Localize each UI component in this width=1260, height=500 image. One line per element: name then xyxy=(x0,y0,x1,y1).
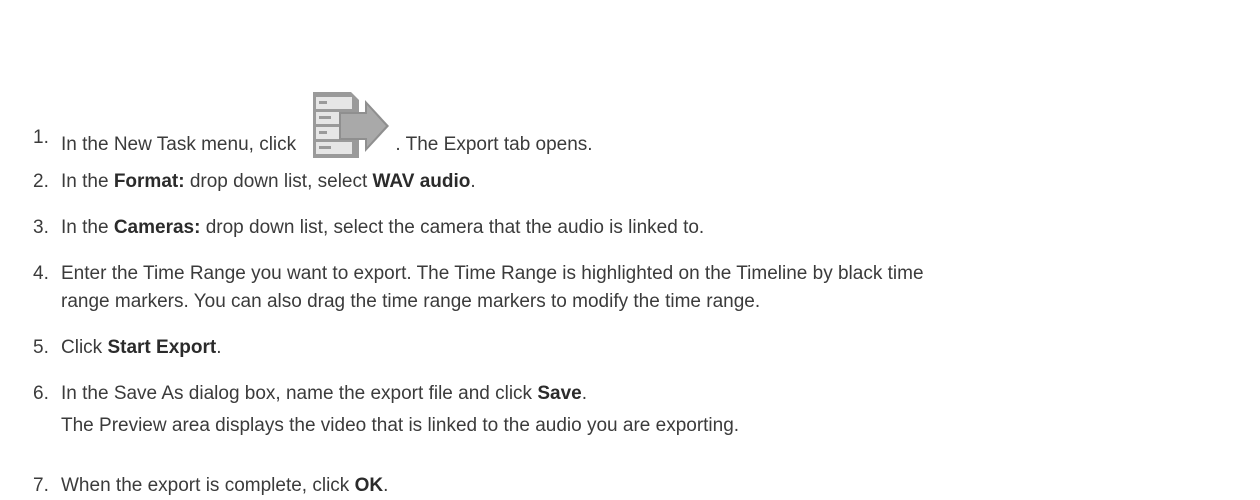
step-text: In the New Task menu, click xyxy=(61,134,302,155)
step-text-end: . The Export tab opens. xyxy=(395,134,593,155)
step-text: drop down list, select the camera that t… xyxy=(200,217,705,238)
step-text: Click xyxy=(61,337,108,358)
wav-audio-option: WAV audio xyxy=(372,171,471,192)
step-number: 5. xyxy=(33,337,49,358)
step-2: 2. In the Format: drop down list, select… xyxy=(33,168,1250,196)
step-text: . xyxy=(470,171,476,192)
step-5: 5. Click Start Export. xyxy=(33,334,1250,362)
ok-label: OK xyxy=(354,475,384,496)
step-number: 3. xyxy=(33,217,49,238)
step-6: 6. In the Save As dialog box, name the e… xyxy=(33,380,1250,408)
step-text: . xyxy=(581,383,587,404)
step-text-line-2: range markers. You can also drag the tim… xyxy=(61,291,761,312)
step-7: 7. When the export is complete, click OK… xyxy=(33,472,1250,500)
step-text: . xyxy=(383,475,389,496)
step-text: In the Save As dialog box, name the expo… xyxy=(61,383,538,404)
step-text: In the xyxy=(61,217,114,238)
step-text: In the xyxy=(61,171,114,192)
step-number: 4. xyxy=(33,263,49,284)
step-text-line-1: Enter the Time Range you want to export.… xyxy=(61,263,924,284)
step-number: 1. xyxy=(33,127,49,148)
step-text: . xyxy=(216,337,222,358)
step-number: 6. xyxy=(33,383,49,404)
step-3: 3. In the Cameras: drop down list, selec… xyxy=(33,214,1250,242)
step-4: 4. Enter the Time Range you want to expo… xyxy=(33,260,1250,316)
step-number: 2. xyxy=(33,171,49,192)
save-label: Save xyxy=(537,383,582,404)
step-text: drop down list, select xyxy=(184,171,373,192)
export-icon xyxy=(313,92,390,158)
step-text: When the export is complete, click xyxy=(61,475,355,496)
step-number: 7. xyxy=(33,475,49,496)
cameras-label: Cameras: xyxy=(113,217,201,238)
format-label: Format: xyxy=(113,171,185,192)
start-export-label: Start Export xyxy=(107,337,217,358)
preview-note: The Preview area displays the video that… xyxy=(61,415,740,436)
